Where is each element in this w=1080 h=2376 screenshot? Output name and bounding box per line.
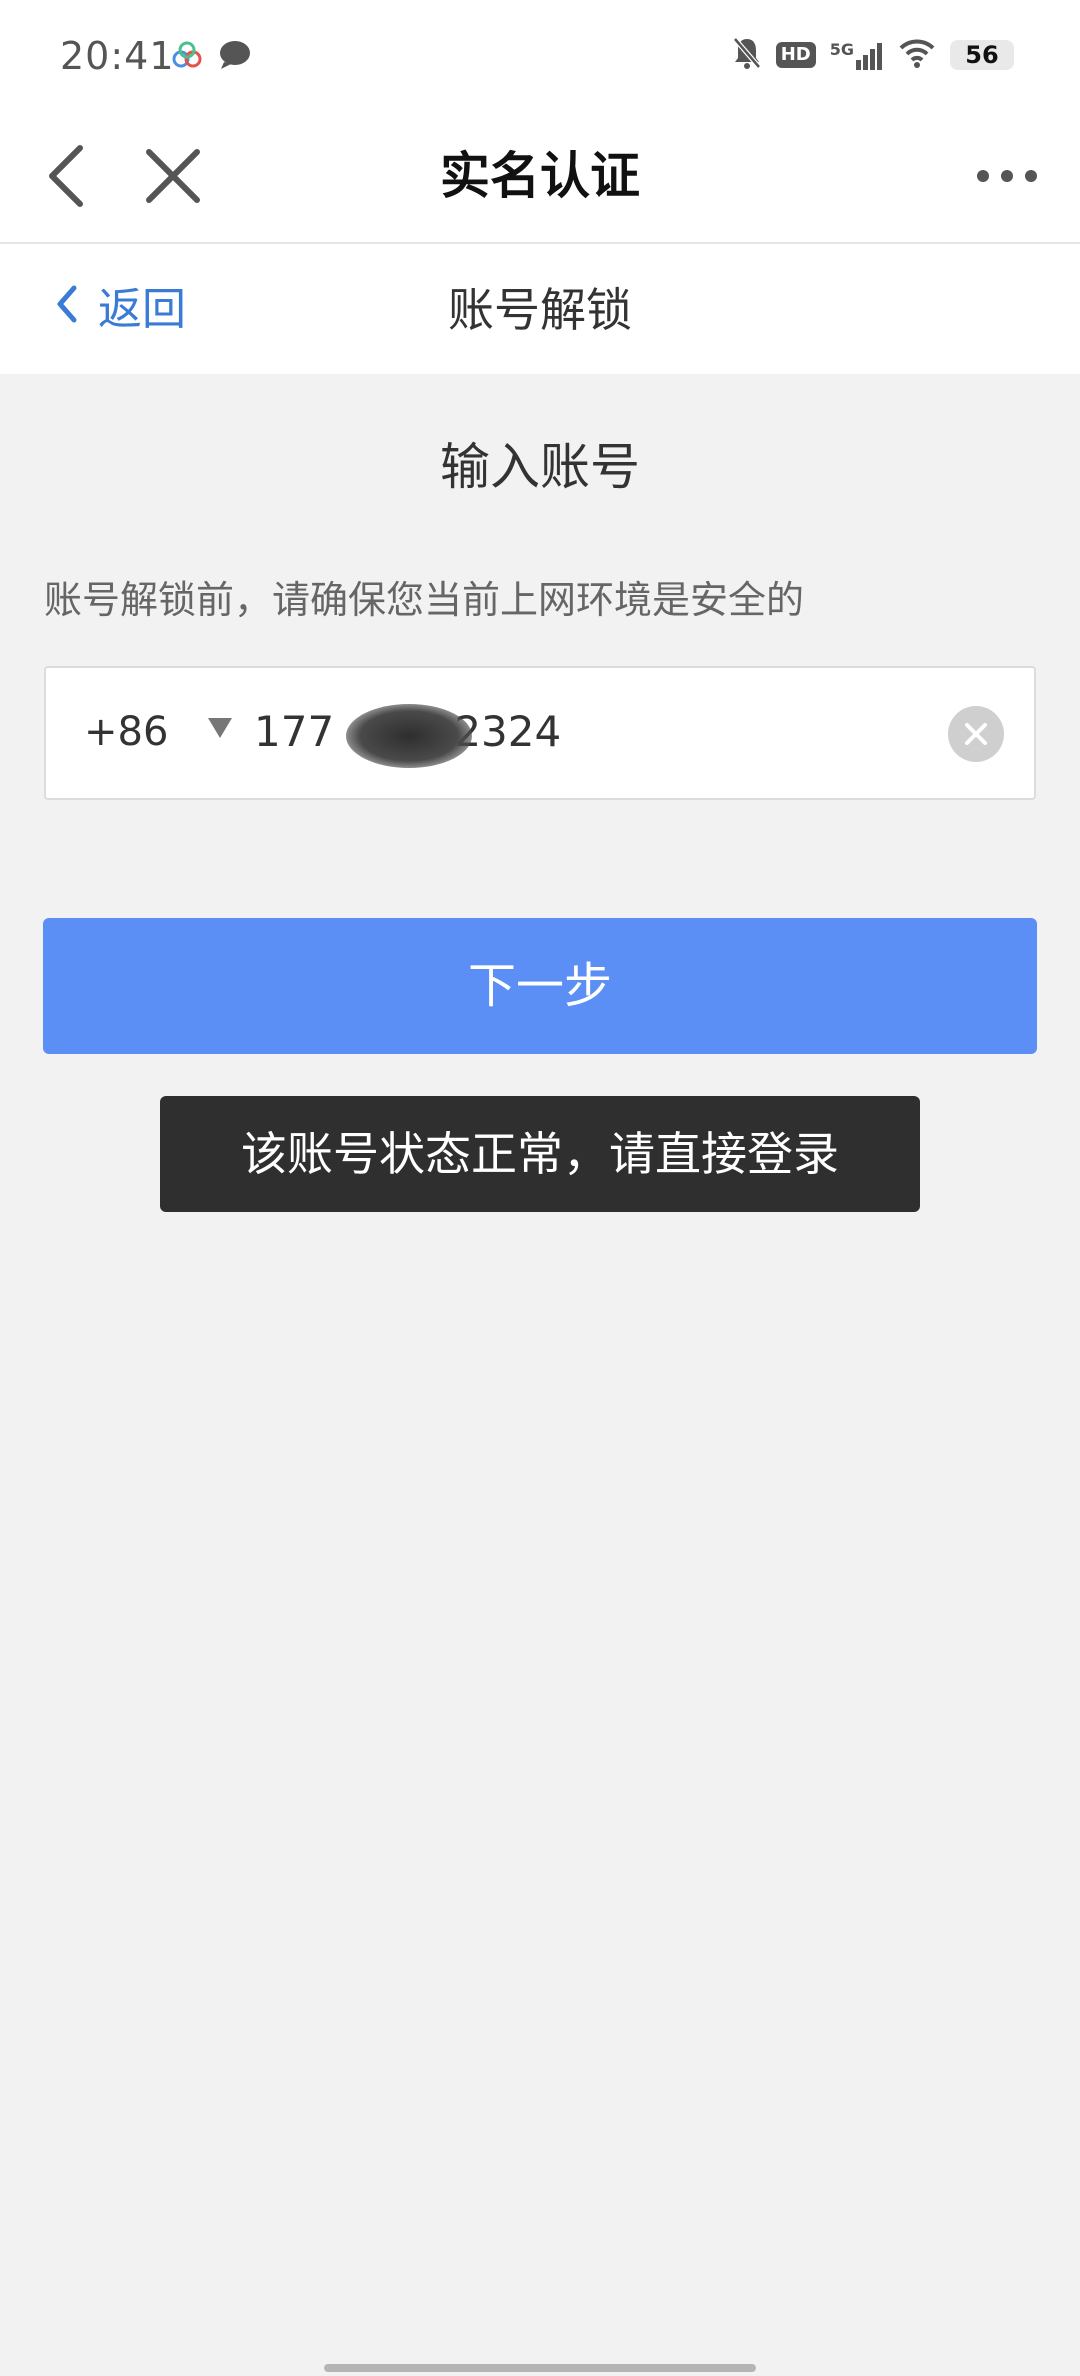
sub-title: 账号解锁	[448, 283, 632, 337]
chat-bubble-icon	[218, 40, 252, 74]
hd-icon: HD	[775, 42, 816, 68]
page-title: 实名认证	[440, 147, 640, 205]
signal-5g-icon: 5G	[830, 40, 884, 70]
next-step-button[interactable]: 下一步	[43, 918, 1037, 1054]
phone-input-box: +86	[44, 666, 1036, 800]
network-label: 5G	[829, 40, 854, 59]
security-notice: 账号解锁前，请确保您当前上网环境是安全的	[44, 578, 805, 622]
country-code-selector[interactable]: +86	[84, 702, 168, 762]
more-icon[interactable]	[962, 136, 1052, 216]
status-right: HD 5G 56	[732, 36, 1014, 74]
sub-header: 返回 账号解锁	[0, 244, 1080, 374]
battery-icon: 56	[950, 40, 1014, 70]
cloud-app-icon	[170, 40, 204, 74]
status-time: 20:41	[60, 34, 175, 78]
section-title: 输入账号	[440, 438, 640, 496]
home-indicator[interactable]	[324, 2364, 756, 2372]
wifi-icon	[898, 38, 936, 72]
clear-x-icon	[965, 723, 987, 745]
clear-input-button[interactable]	[948, 706, 1004, 762]
mute-bell-icon	[732, 36, 762, 74]
status-bar: 20:41 HD 5G 56	[0, 0, 1080, 110]
battery-level: 56	[965, 41, 999, 69]
dropdown-triangle-icon[interactable]	[208, 718, 232, 738]
redaction-mark	[346, 704, 472, 768]
nav-bar: 实名认证	[0, 110, 1080, 244]
toast-message: 该账号状态正常，请直接登录	[160, 1096, 920, 1212]
status-left-icons	[170, 40, 252, 74]
